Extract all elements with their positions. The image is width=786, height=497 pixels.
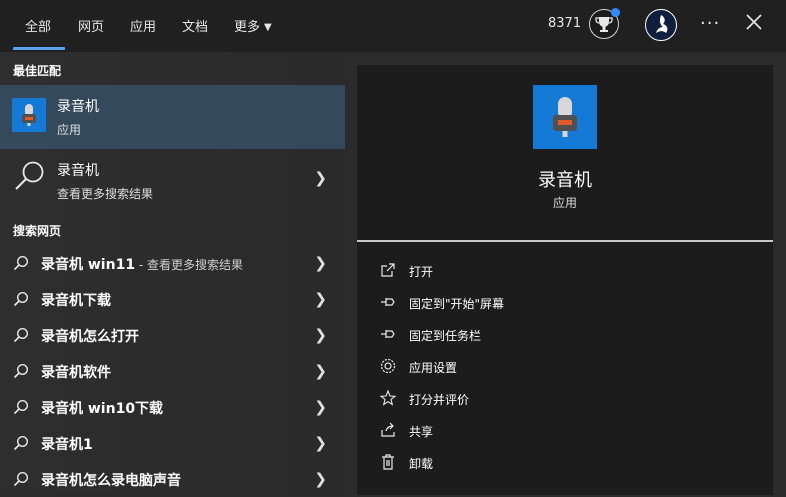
action-uninstall-label: 卸载 — [409, 457, 434, 471]
app-title: 录音机 — [538, 170, 592, 191]
trash-icon — [382, 454, 394, 470]
app-type: 应用 — [552, 196, 577, 210]
best-match-subtitle: 应用 — [57, 123, 82, 137]
chevron-right-icon: ❯ — [314, 254, 327, 272]
web-result-item[interactable]: 录音机 win11 - 查看更多搜索结果 ❯ — [0, 245, 345, 281]
best-match-title: 录音机 — [57, 99, 99, 115]
action-pin-start-label: 固定到"开始"屏幕 — [409, 297, 505, 311]
web-result-query: 录音机怎么打开 — [41, 329, 139, 345]
search-icon — [15, 161, 44, 190]
web-result-query: 录音机 win11 — [41, 257, 136, 273]
action-open[interactable]: 打开 — [379, 257, 759, 285]
search-more-result[interactable]: 录音机 查看更多搜索结果 ❯ — [0, 149, 345, 211]
avatar-graphic — [656, 15, 668, 33]
web-result-item[interactable]: 录音机软件 ❯ — [0, 353, 345, 389]
results-pane: 最佳匹配 录音机 应用 录音机 查看更多搜索结果 ❯ 搜索网页 录音机 win1… — [0, 52, 345, 495]
search-more-title: 录音机 — [57, 163, 99, 179]
action-pin-taskbar[interactable]: 固定到任务栏 — [379, 321, 759, 349]
tab-apps[interactable]: 应用 — [130, 16, 156, 35]
rewards-icon[interactable] — [589, 8, 620, 39]
search-icon — [13, 471, 29, 487]
divider — [357, 240, 773, 242]
chevron-down-icon: ▼ — [264, 22, 272, 33]
web-result-suffix: - 查看更多搜索结果 — [135, 258, 244, 272]
web-result-item[interactable]: 录音机 win10下载 ❯ — [0, 389, 345, 425]
tab-documents[interactable]: 文档 — [182, 16, 208, 35]
action-app-settings[interactable]: 应用设置 — [379, 353, 759, 381]
web-search-heading: 搜索网页 — [13, 224, 62, 238]
search-icon — [13, 291, 29, 307]
voice-recorder-app-icon — [12, 98, 46, 132]
voice-recorder-app-icon-large — [533, 85, 597, 149]
best-match-heading: 最佳匹配 — [13, 64, 62, 78]
web-result-item[interactable]: 录音机下载 ❯ — [0, 281, 345, 317]
action-pin-taskbar-label: 固定到任务栏 — [409, 329, 482, 343]
avatar-icon[interactable] — [645, 9, 677, 41]
search-icon — [13, 399, 29, 415]
notification-dot — [611, 8, 620, 17]
open-icon — [381, 263, 395, 277]
chevron-right-icon: ❯ — [314, 398, 327, 416]
chevron-right-icon: ❯ — [314, 326, 327, 344]
action-share[interactable]: 共享 — [379, 417, 759, 445]
chevron-right-icon: ❯ — [314, 290, 327, 308]
web-result-item[interactable]: 录音机怎么录电脑声音 ❯ — [0, 461, 345, 497]
pin-icon — [381, 298, 395, 306]
search-more-subtitle: 查看更多搜索结果 — [57, 187, 154, 201]
close-icon[interactable] — [744, 12, 764, 32]
top-bar: 全部 网页 应用 文档 更多 ▼ 8371 ··· — [0, 0, 786, 52]
search-icon — [13, 435, 29, 451]
best-match-result[interactable]: 录音机 应用 — [0, 85, 345, 149]
web-result-item[interactable]: 录音机1 ❯ — [0, 425, 345, 461]
search-icon — [13, 363, 29, 379]
action-app-settings-label: 应用设置 — [409, 361, 458, 375]
action-open-label: 打开 — [409, 265, 434, 279]
active-tab-indicator — [13, 47, 65, 50]
rewards-points: 8371 — [548, 16, 582, 31]
web-result-query: 录音机下载 — [41, 293, 111, 309]
share-icon — [381, 422, 395, 437]
action-rate-review-label: 打分并评价 — [409, 393, 470, 407]
chevron-right-icon: ❯ — [314, 470, 327, 488]
action-rate-review[interactable]: 打分并评价 — [379, 385, 759, 413]
tab-web[interactable]: 网页 — [78, 16, 104, 35]
web-result-query: 录音机1 — [41, 437, 93, 453]
web-result-query: 录音机软件 — [41, 365, 111, 381]
web-result-query: 录音机 win10下载 — [41, 401, 164, 417]
gear-icon — [380, 358, 396, 374]
pin-icon — [381, 330, 395, 338]
tab-all[interactable]: 全部 — [25, 16, 51, 35]
star-icon — [379, 389, 397, 406]
more-options-icon[interactable]: ··· — [700, 13, 720, 34]
web-result-query: 录音机怎么录电脑声音 — [41, 473, 181, 489]
web-result-item[interactable]: 录音机怎么打开 ❯ — [0, 317, 345, 353]
app-detail-pane: 录音机 应用 打开 固定到"开始"屏幕 固定到任务栏 应用设置 打分并评价 共享… — [357, 65, 773, 495]
search-icon — [13, 255, 29, 271]
microphone-icon — [553, 97, 577, 137]
action-pin-start[interactable]: 固定到"开始"屏幕 — [379, 289, 759, 317]
web-result-text: 录音机 win11 - 查看更多搜索结果 — [41, 254, 243, 274]
search-icon — [13, 327, 29, 343]
chevron-right-icon: ❯ — [314, 434, 327, 452]
action-share-label: 共享 — [409, 425, 434, 439]
action-uninstall[interactable]: 卸载 — [379, 449, 759, 477]
chevron-right-icon: ❯ — [314, 169, 327, 187]
chevron-right-icon: ❯ — [314, 362, 327, 380]
tab-more[interactable]: 更多 ▼ — [234, 16, 272, 35]
microphone-icon — [22, 104, 36, 126]
tab-more-label: 更多 — [234, 20, 261, 35]
